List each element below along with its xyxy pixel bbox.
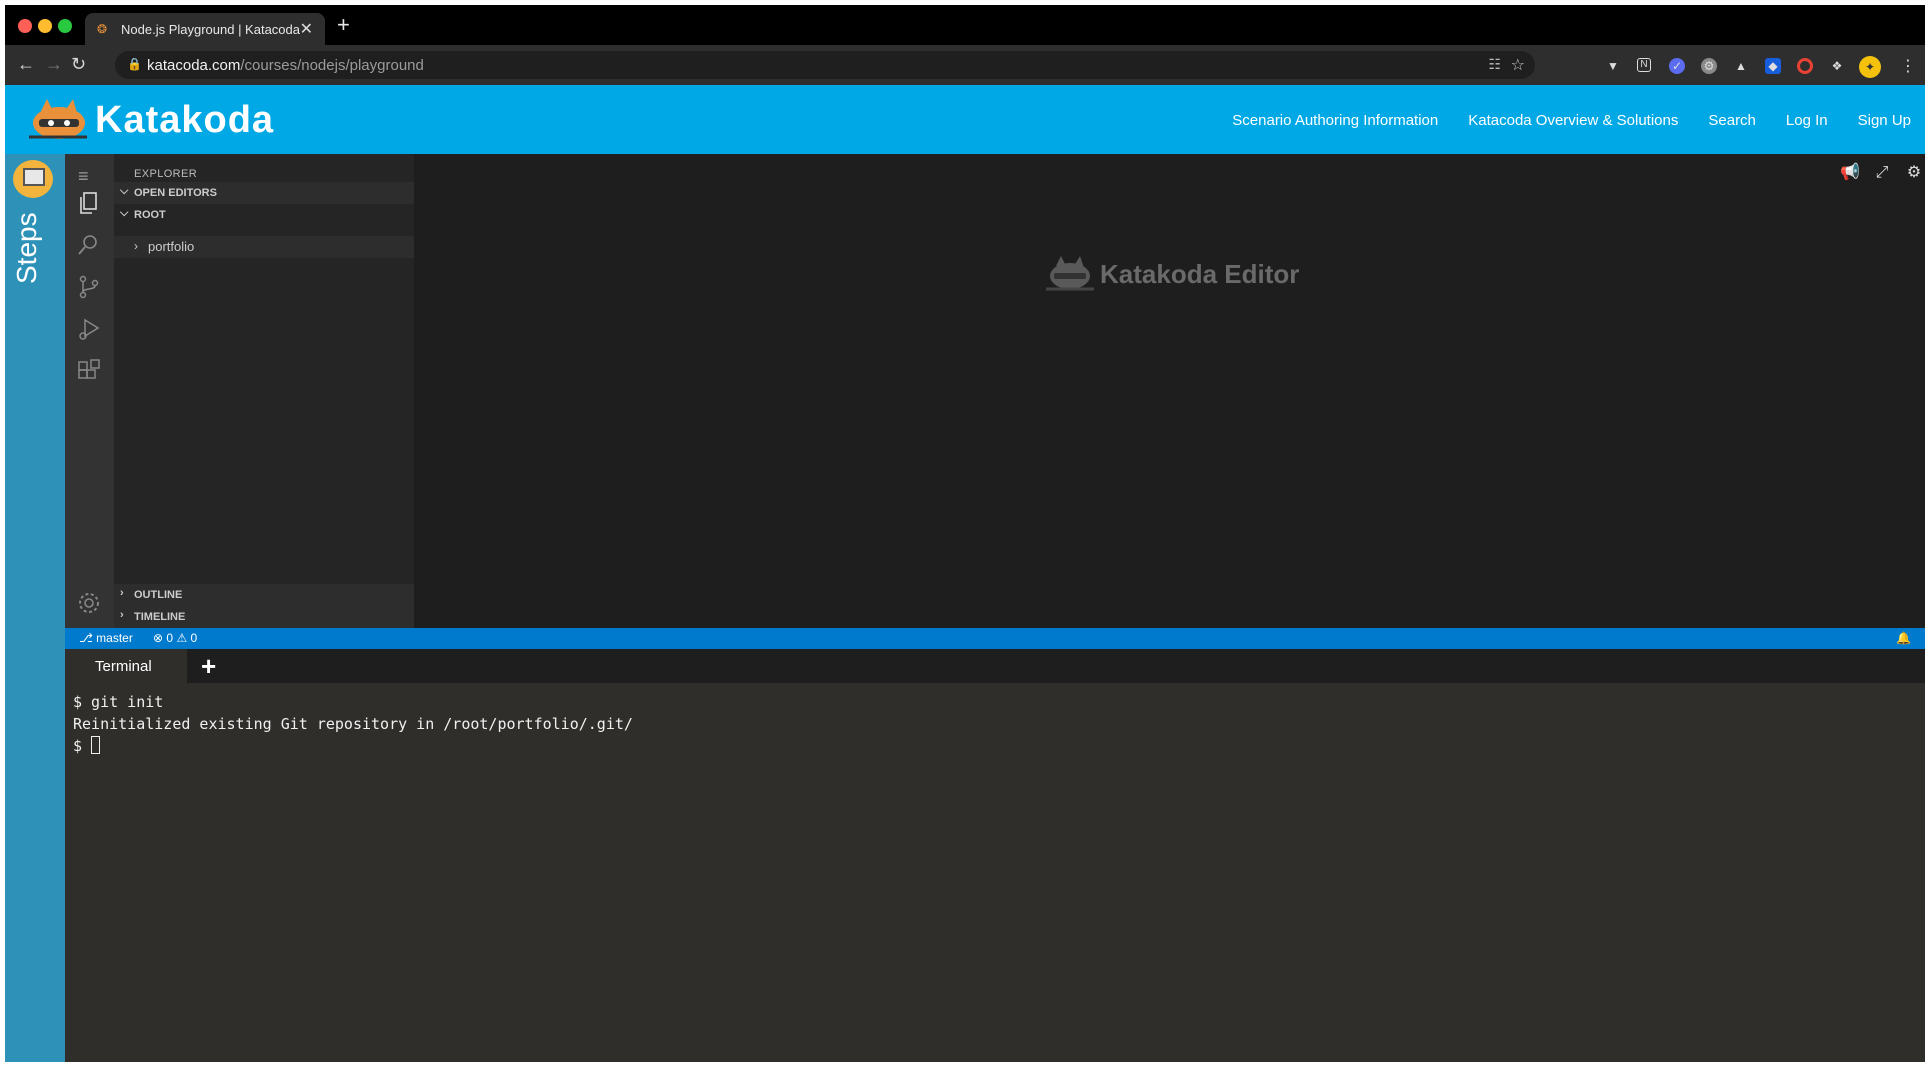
drive-icon[interactable]: ▲ (1733, 58, 1749, 74)
tab-title: Node.js Playground | Katacoda (121, 22, 300, 37)
katacoda-editor: ≡ EXPLORER ⌵ OPEN EDITORS ⌵ ROOT › portf… (65, 154, 1925, 628)
steps-scenario-icon[interactable] (13, 160, 53, 198)
nav-scenario-authoring[interactable]: Scenario Authoring Information (1232, 112, 1438, 129)
katacoda-favicon-icon: ❂ (97, 22, 108, 36)
katacoda-cat-icon (29, 99, 87, 139)
warning-icon: ⚠ (176, 631, 188, 645)
browser-window: ❂ Node.js Playground | Katacoda ✕ + ← → … (5, 5, 1925, 1062)
terminal-output[interactable]: $ git init Reinitialized existing Git re… (73, 691, 633, 757)
reload-icon[interactable]: ↻ (71, 55, 86, 73)
chevron-down-icon: ⌵ (120, 207, 129, 219)
terminal-prompt[interactable]: $ (73, 735, 633, 757)
editor-statusbar: ⎇ master ⊗ 0 ⚠ 0 🔔 (65, 628, 1925, 649)
chevron-right-icon: › (120, 587, 124, 599)
source-control-icon[interactable] (76, 274, 102, 300)
katacoda-brand: Katakoda (95, 98, 275, 141)
editor-watermark: Katakoda Editor (1044, 254, 1299, 294)
katacoda-header: Katakoda Scenario Authoring Information … (5, 85, 1925, 154)
add-terminal-button[interactable]: + (201, 651, 216, 682)
katacoda-cat-icon (1046, 256, 1094, 291)
url-text: katacoda.com/courses/nodejs/playground (147, 57, 424, 74)
explorer-title: EXPLORER (134, 168, 198, 180)
settings-gear-icon[interactable]: ⚙ (1903, 162, 1925, 184)
address-bar[interactable]: 🔒 katacoda.com/courses/nodejs/playground… (115, 51, 1535, 79)
browser-toolbar: ← → ↻ 🔒 katacoda.com/courses/nodejs/play… (5, 45, 1925, 85)
nav-log-in[interactable]: Log In (1786, 112, 1828, 129)
open-editors-section[interactable]: ⌵ OPEN EDITORS (114, 182, 414, 204)
bitwarden-icon[interactable]: ◆ (1765, 58, 1781, 74)
new-tab-button[interactable]: + (337, 14, 350, 36)
steps-sidebar[interactable]: Steps (5, 154, 65, 1062)
timeline-section[interactable]: › TIMELINE (114, 606, 414, 628)
terminal-line: Reinitialized existing Git repository in… (73, 715, 633, 733)
editor-main-pane: Katakoda Editor 📢 ⤢ ⚙ (414, 154, 1925, 628)
header-nav: Scenario Authoring Information Katacoda … (1232, 112, 1911, 129)
tab-close-icon[interactable]: ✕ (300, 19, 313, 39)
browser-tab[interactable]: ❂ Node.js Playground | Katacoda ✕ (85, 13, 325, 45)
terminal-tab[interactable]: Terminal (65, 649, 187, 683)
back-arrow-icon[interactable]: ← (17, 55, 35, 73)
profile-avatar[interactable]: ✦ (1859, 56, 1881, 78)
notion-icon[interactable]: N (1637, 58, 1651, 72)
outline-section[interactable]: › OUTLINE (114, 584, 414, 606)
close-window-button[interactable] (18, 19, 32, 33)
terminal-line: $ git init (73, 693, 164, 711)
lock-icon: 🔒 (127, 57, 142, 71)
chevron-right-icon: › (120, 609, 124, 621)
katacoda-logo[interactable]: Katakoda (25, 97, 274, 143)
notifications-bell-icon[interactable]: 🔔 (1896, 631, 1911, 645)
explorer-sidebar: EXPLORER ⌵ OPEN EDITORS ⌵ ROOT › portfol… (114, 154, 414, 628)
maximize-window-button[interactable] (58, 19, 72, 33)
git-branch[interactable]: ⎇ master (79, 631, 133, 645)
activity-bar: ≡ (65, 154, 114, 628)
browser-menu-icon[interactable]: ⋮ (1900, 56, 1916, 76)
nav-overview-solutions[interactable]: Katacoda Overview & Solutions (1468, 112, 1678, 129)
branch-icon: ⎇ (79, 631, 93, 645)
bookmark-star-icon[interactable]: ☆ (1511, 55, 1525, 75)
extension-check-icon[interactable]: ✓ (1669, 58, 1685, 74)
extensions-puzzle-icon[interactable]: ❖ (1829, 58, 1845, 74)
terminal-cursor (91, 736, 101, 754)
chevron-right-icon: › (134, 239, 138, 253)
error-icon: ⊗ (153, 631, 164, 645)
settings-gear-icon[interactable] (76, 590, 102, 616)
root-section[interactable]: ⌵ ROOT (114, 204, 414, 226)
document-icon (23, 168, 45, 186)
megaphone-icon[interactable]: 📢 (1839, 162, 1861, 184)
run-debug-icon[interactable] (76, 316, 102, 342)
problems-indicator[interactable]: ⊗ 0 ⚠ 0 (153, 631, 197, 645)
fullscreen-icon[interactable]: ⤢ (1871, 162, 1893, 184)
hamburger-menu-icon[interactable]: ≡ (78, 166, 89, 187)
terminal-tabs: Terminal + (65, 649, 1925, 683)
nav-sign-up[interactable]: Sign Up (1858, 112, 1911, 129)
browser-titlebar: ❂ Node.js Playground | Katacoda ✕ + (5, 5, 1925, 45)
explorer-files-icon[interactable] (76, 190, 102, 216)
chevron-down-icon: ⌵ (120, 185, 129, 197)
steps-label[interactable]: Steps (11, 212, 43, 284)
extensions-icon[interactable] (76, 358, 102, 384)
folder-portfolio[interactable]: › portfolio (114, 236, 414, 258)
forward-arrow-icon[interactable]: → (45, 55, 63, 73)
search-icon[interactable] (76, 232, 102, 258)
nav-search[interactable]: Search (1708, 112, 1756, 129)
translate-icon[interactable]: ☷ (1488, 56, 1501, 73)
chrome-extension-icon[interactable] (1797, 58, 1813, 74)
vue-devtools-icon[interactable]: ▼ (1605, 58, 1621, 74)
minimize-window-button[interactable] (38, 19, 52, 33)
terminal-panel[interactable]: Terminal + $ git init Reinitialized exis… (65, 649, 1925, 1062)
extension-compass-icon[interactable]: ⚙ (1701, 58, 1717, 74)
editor-tools: 📢 ⤢ ⚙ (1839, 162, 1925, 184)
